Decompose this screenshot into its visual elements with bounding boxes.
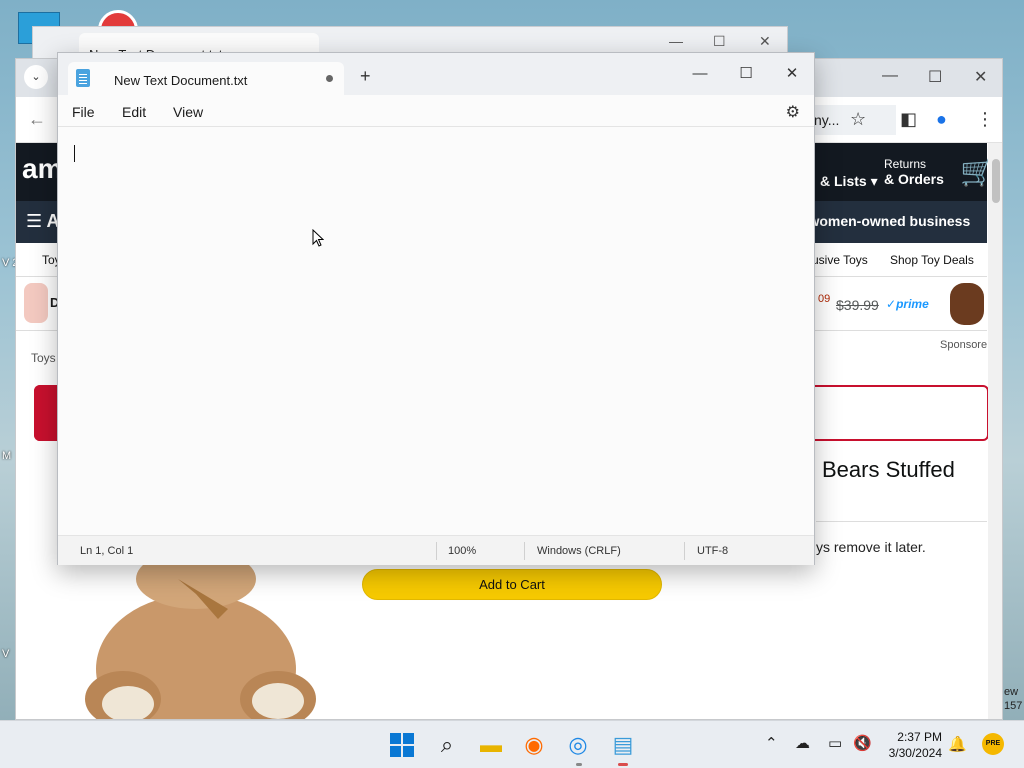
chrome-running-indicator xyxy=(576,763,582,766)
profile-avatar-icon[interactable]: ● xyxy=(936,109,947,130)
notepad-active-indicator xyxy=(618,763,628,766)
notepad-titlebar[interactable]: New Text Document.txt + — ☐ ✕ xyxy=(58,53,814,95)
notepad-tab-title: New Text Document.txt xyxy=(114,73,248,88)
pre-badge-icon[interactable]: PRE xyxy=(982,733,1004,755)
category-link-toy-deals[interactable]: Shop Toy Deals xyxy=(890,253,974,267)
menu-edit[interactable]: Edit xyxy=(122,104,146,120)
desktop-label-left-2: M xyxy=(2,450,12,462)
clock-date: 3/30/2024 xyxy=(888,746,942,760)
menu-view[interactable]: View xyxy=(173,104,203,120)
notepad-statusbar: Ln 1, Col 1 100% Windows (CRLF) UTF-8 xyxy=(58,535,814,565)
close-icon[interactable]: ✕ xyxy=(759,33,771,50)
notepad-taskbar-icon[interactable]: ▤ xyxy=(609,731,637,759)
minimize-icon[interactable]: — xyxy=(669,33,683,49)
taskbar: ⌕ ▬ ◉ ◎ ▤ ⌃ ☁ ▭ 🔇 2:37 PM 3/30/2024 🔔 PR… xyxy=(0,720,1024,768)
display-icon[interactable]: ▭ xyxy=(828,734,842,752)
notepad-maximize-icon[interactable]: ☐ xyxy=(726,59,766,89)
prime-badge: ✓prime xyxy=(886,297,929,311)
tab-search-icon[interactable]: ⌄ xyxy=(24,65,48,89)
notepad-text-area[interactable] xyxy=(58,127,814,533)
text-caret xyxy=(74,145,75,162)
system-clock[interactable]: 2:37 PM 3/30/2024 xyxy=(880,729,942,761)
firefox-icon[interactable]: ◉ xyxy=(520,731,548,759)
ad-price-partial: 09 xyxy=(818,293,831,305)
promo-banner-text[interactable]: p women-owned business xyxy=(796,213,970,229)
returns-label: Returns xyxy=(884,157,927,171)
back-arrow-icon[interactable]: ← xyxy=(28,109,46,130)
sponsored-label: Sponsore xyxy=(940,339,988,351)
orders-label: & Orders xyxy=(884,171,944,187)
chrome-icon[interactable]: ◎ xyxy=(564,731,592,759)
notepad-icon xyxy=(76,69,90,87)
ad-price-old: $39.99 xyxy=(836,297,879,313)
line-ending[interactable]: Windows (CRLF) xyxy=(537,545,621,557)
desktop-label-right: ew xyxy=(1004,686,1019,698)
prime-label: prime xyxy=(896,297,929,311)
zoom-level[interactable]: 100% xyxy=(448,545,476,557)
settings-gear-icon[interactable]: ⚙ xyxy=(786,102,800,122)
notepad-tab[interactable]: New Text Document.txt xyxy=(68,62,344,95)
desktop-label-left-3: V xyxy=(2,648,10,660)
notepad-window[interactable]: New Text Document.txt + — ☐ ✕ File Edit … xyxy=(57,52,815,565)
kebab-menu-icon[interactable]: ⋮ xyxy=(976,109,994,130)
mouse-pointer-icon xyxy=(312,229,324,247)
side-panel-icon[interactable]: ◧ xyxy=(900,109,917,130)
search-icon[interactable]: ⌕ xyxy=(433,731,461,759)
cursor-position: Ln 1, Col 1 xyxy=(80,545,134,557)
clock-time: 2:37 PM xyxy=(897,730,942,744)
breadcrumb[interactable]: Toys xyxy=(31,351,56,365)
show-hidden-icons-chevron-icon[interactable]: ⌃ xyxy=(765,734,778,752)
status-divider xyxy=(436,542,437,560)
ad-bear-image[interactable] xyxy=(950,283,984,325)
status-divider xyxy=(684,542,685,560)
start-windows-icon[interactable] xyxy=(388,731,416,759)
returns-orders-link[interactable]: Returns & Orders xyxy=(884,157,944,188)
ad-product-image[interactable] xyxy=(24,283,48,323)
desktop-label-right-2: 157 xyxy=(1004,700,1023,712)
maximize-icon[interactable]: ☐ xyxy=(713,33,726,50)
menu-file[interactable]: File xyxy=(72,104,95,120)
unsaved-dot-icon[interactable] xyxy=(326,75,333,82)
browser-close-icon[interactable]: ✕ xyxy=(974,67,987,87)
teddy-bear-image[interactable] xyxy=(78,549,318,720)
browser-minimize-icon[interactable]: — xyxy=(882,67,898,85)
lists-label: & Lists xyxy=(820,173,867,189)
new-tab-plus-icon[interactable]: + xyxy=(360,67,371,85)
notepad-minimize-icon[interactable]: — xyxy=(680,59,720,89)
file-explorer-icon[interactable]: ▬ xyxy=(477,731,505,759)
product-notice: ys remove it later. xyxy=(816,539,926,555)
notepad-menubar: File Edit View ⚙ xyxy=(58,95,814,127)
scrollbar-thumb[interactable] xyxy=(992,159,1000,203)
onedrive-cloud-icon[interactable]: ☁ xyxy=(795,734,810,752)
bookmark-star-icon[interactable]: ☆ xyxy=(850,109,866,130)
category-link-exclusive-toys[interactable]: usive Toys xyxy=(812,253,868,267)
notepad-close-icon[interactable]: ✕ xyxy=(772,59,812,89)
encoding[interactable]: UTF-8 xyxy=(697,545,728,557)
account-lists-link[interactable]: & Lists ▾ xyxy=(820,173,878,190)
add-to-cart-button[interactable]: Add to Cart xyxy=(362,569,662,600)
status-divider xyxy=(524,542,525,560)
volume-muted-icon[interactable]: 🔇 xyxy=(853,734,872,752)
notification-bell-icon[interactable]: 🔔 xyxy=(948,735,967,753)
hamburger-menu[interactable]: ☰ A xyxy=(26,211,59,232)
browser-scrollbar[interactable] xyxy=(988,143,1002,719)
browser-maximize-icon[interactable]: ☐ xyxy=(928,67,942,87)
divider xyxy=(816,521,987,522)
product-title: Bears Stuffed xyxy=(822,457,955,482)
